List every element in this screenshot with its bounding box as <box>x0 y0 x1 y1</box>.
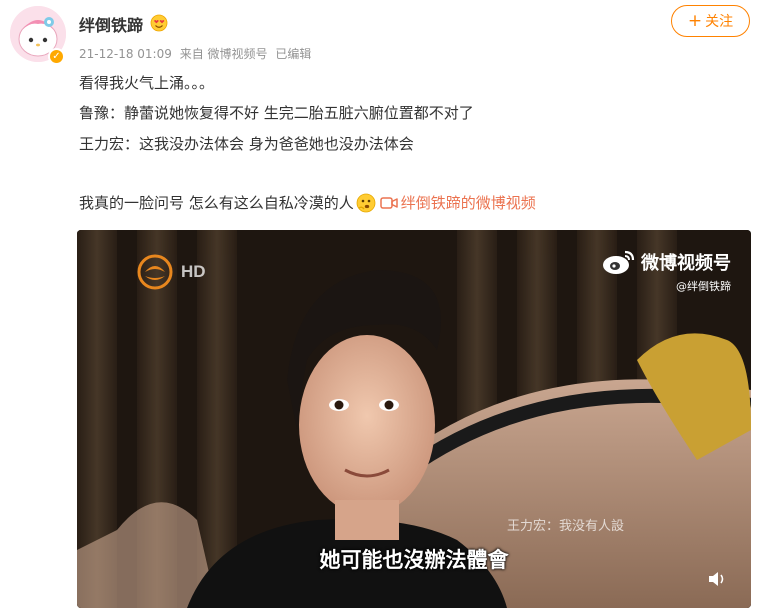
channel-logo: HD <box>137 254 206 290</box>
post-text-line: 鲁豫：静蕾说她恢复得不好 生完二胎五脏六腑位置都不对了 <box>79 104 474 122</box>
post-time[interactable]: 21-12-18 01:09 <box>79 47 172 61</box>
video-caption-small: 王力宏：我没有人設 <box>507 519 625 534</box>
post-meta: 21-12-18 01:09 来自 微博视频号 已编辑 <box>79 45 315 62</box>
video-subtitle: 她可能也沒辦法體會 <box>319 548 509 572</box>
follow-button-label: 关注 <box>705 14 734 30</box>
follow-button[interactable]: + 关注 <box>671 5 750 37</box>
weibo-watermark: 微博视频号 @绊倒铁蹄 <box>601 248 731 294</box>
video-link-icon <box>380 196 398 209</box>
watermark-handle: @绊倒铁蹄 <box>676 280 731 293</box>
plus-icon: + <box>687 10 703 31</box>
verified-badge-icon: ✓ <box>48 48 65 65</box>
heart-eyes-emoji-icon <box>150 14 168 32</box>
post-source: 来自 微博视频号 <box>179 47 268 61</box>
post-text-line: 王力宏：这我没办法体会 身为爸爸她也没办法体会 <box>79 135 414 153</box>
post-text-line: 看得我火气上涌。。。 <box>79 74 215 92</box>
thinking-face-emoji-icon <box>356 193 376 212</box>
hd-badge: HD <box>181 262 206 281</box>
watermark-brand: 微博视频号 <box>641 253 731 274</box>
post-text-line-with-link: 我真的一脸问号 怎么有这么自私冷漠的人 绊倒铁蹄的微博视频 <box>79 192 536 213</box>
post-text: 我真的一脸问号 怎么有这么自私冷漠的人 <box>79 194 354 212</box>
weibo-logo-icon <box>603 250 635 274</box>
edited-label[interactable]: 已编辑 <box>275 47 311 61</box>
video-link[interactable]: 绊倒铁蹄的微博视频 <box>401 192 536 213</box>
video-player[interactable]: HD 微博视频号 @绊倒铁蹄 王力宏：我没有人設 她可能也沒辦法體會 <box>77 230 751 608</box>
username[interactable]: 绊倒铁蹄 <box>79 12 143 36</box>
phoenix-tv-logo-icon <box>137 254 173 290</box>
volume-icon[interactable] <box>707 570 727 588</box>
